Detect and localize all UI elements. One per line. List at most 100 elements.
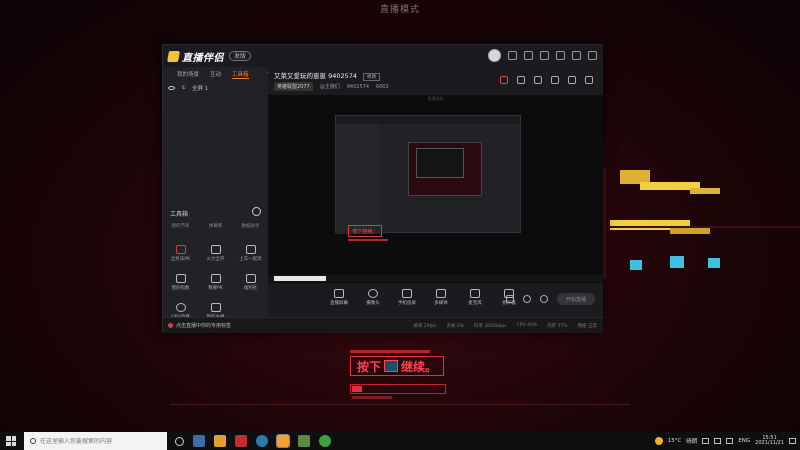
tool-top-1[interactable]: 弹幕库 bbox=[198, 223, 233, 229]
tool-item[interactable]: 全民乐PK bbox=[163, 245, 198, 267]
volume-icon[interactable] bbox=[714, 438, 722, 444]
control-mic[interactable]: 麦克风 bbox=[464, 289, 486, 306]
version-badge[interactable]: 发版 bbox=[229, 51, 252, 61]
control-label: 直播屏幕 bbox=[330, 301, 348, 306]
nested-preview-inner bbox=[416, 148, 464, 178]
nested-continue-prompt: 按下继续。 bbox=[348, 225, 382, 237]
control-camera[interactable]: 摄像头 bbox=[362, 289, 384, 306]
close-icon[interactable] bbox=[588, 51, 597, 60]
avatar[interactable] bbox=[488, 49, 501, 62]
scene-index: ① bbox=[181, 85, 186, 91]
settings-icon[interactable] bbox=[540, 295, 548, 303]
clock[interactable]: 15:51 2021/11/21 bbox=[755, 435, 784, 447]
nested-app-capture bbox=[335, 115, 521, 234]
tool-label: 全民乐PK bbox=[170, 257, 191, 262]
file-explorer-icon[interactable] bbox=[214, 435, 226, 447]
tab-scenes[interactable]: 我的场景 bbox=[177, 70, 199, 78]
eye-icon[interactable] bbox=[168, 86, 175, 90]
edge-app-icon[interactable] bbox=[193, 435, 205, 447]
minimize-icon[interactable] bbox=[556, 51, 565, 60]
room-title-text: 又菜又爱玩的崽崽 9402574 bbox=[274, 72, 358, 80]
weather-temp[interactable]: 15°C bbox=[668, 438, 682, 444]
app-logo: 直播伴侣 bbox=[167, 49, 224, 64]
tool-top-0[interactable]: 我的节目 bbox=[163, 223, 198, 229]
preview-taskbar bbox=[268, 275, 603, 282]
control-phone-cast[interactable]: 手机投屏 bbox=[396, 289, 418, 306]
left-tabs: 我的场景 互动 工具箱 + bbox=[163, 67, 274, 81]
record-video-icon[interactable] bbox=[506, 295, 514, 303]
left-panel: 我的场景 互动 工具箱 + ① 全屏 1 工具箱 我的节目 弹幕库 数据助手 全… bbox=[163, 67, 274, 320]
pause-icon[interactable] bbox=[523, 295, 531, 303]
settings-gear-icon[interactable] bbox=[252, 207, 261, 216]
mode-title: 直播模式 bbox=[379, 5, 420, 15]
tab-toolbox[interactable]: 工具箱 bbox=[232, 70, 249, 79]
tool-item[interactable]: 我的指数 bbox=[163, 274, 198, 296]
header-icons bbox=[500, 76, 593, 84]
phone-cast-icon bbox=[402, 289, 412, 298]
grid-icon[interactable] bbox=[551, 76, 559, 84]
tool-label: 福利社 bbox=[243, 286, 258, 291]
tool-top-2[interactable]: 数据助手 bbox=[233, 223, 268, 229]
taskbar-search[interactable] bbox=[24, 432, 167, 450]
search-input[interactable] bbox=[40, 437, 160, 445]
skin-icon[interactable] bbox=[524, 51, 533, 60]
windows-start-icon[interactable] bbox=[6, 436, 16, 446]
lock-icon[interactable] bbox=[517, 76, 525, 84]
chart-icon bbox=[175, 274, 186, 283]
clock-date: 2021/11/21 bbox=[755, 440, 784, 446]
tool-item[interactable]: 我要PK bbox=[198, 274, 233, 296]
room-owner: @主播们 bbox=[319, 84, 340, 90]
download-icon bbox=[210, 303, 221, 312]
title-bar: 直播伴侣 发版 bbox=[163, 45, 603, 67]
continue-prompt: 按下 继续。 bbox=[350, 356, 445, 376]
control-screen[interactable]: 直播屏幕 bbox=[328, 289, 350, 306]
room-category[interactable]: 英雄联盟2077 bbox=[274, 82, 313, 91]
browser-icon[interactable] bbox=[256, 435, 268, 447]
obs-icon bbox=[175, 303, 186, 312]
game-icon[interactable] bbox=[298, 435, 310, 447]
status-bar: 点击直播中你的专用标签 帧率 29fps 丢帧 0% 码率 3000kbps C… bbox=[163, 317, 603, 333]
control-media[interactable]: 多媒体 bbox=[430, 289, 452, 306]
camera-icon bbox=[368, 289, 378, 298]
bg-divider bbox=[170, 404, 630, 405]
tool-grid: 全民乐PK 火力全开 上车一起玩 我的指数 我要PK 福利社 OBS直播 我的主… bbox=[163, 245, 268, 325]
wechat-icon[interactable] bbox=[319, 435, 331, 447]
maximize-icon[interactable] bbox=[572, 51, 581, 60]
tool-item[interactable]: 上车一起玩 bbox=[233, 245, 268, 267]
task-view-icon[interactable] bbox=[175, 436, 184, 446]
tool-label: 火力全开 bbox=[206, 257, 225, 262]
menu-icon[interactable] bbox=[540, 51, 549, 60]
live-companion-icon[interactable] bbox=[276, 434, 290, 448]
bell-icon[interactable] bbox=[568, 76, 576, 84]
record-icon[interactable] bbox=[500, 76, 508, 84]
app-red-icon[interactable] bbox=[235, 435, 247, 447]
status-message[interactable]: 点击直播中你的专用标签 bbox=[168, 322, 231, 329]
network-icon[interactable] bbox=[702, 438, 710, 444]
notification-icon[interactable] bbox=[789, 438, 796, 444]
search-icon bbox=[30, 438, 36, 444]
tool-label: 上车一起玩 bbox=[239, 257, 262, 262]
window-controls bbox=[488, 49, 597, 62]
stream-stats: 帧率 29fps 丢帧 0% 码率 3000kbps CPU 40% 内存 57… bbox=[413, 323, 597, 329]
tools-top-row: 我的节目 弹幕库 数据助手 bbox=[163, 223, 268, 229]
share-icon[interactable] bbox=[585, 76, 593, 84]
bg-bar-top bbox=[350, 350, 430, 353]
layout-icon[interactable] bbox=[534, 76, 542, 84]
control-label: 麦克风 bbox=[468, 301, 482, 306]
tool-item[interactable]: 福利社 bbox=[233, 274, 268, 296]
tool-item[interactable]: 火力全开 bbox=[198, 245, 233, 267]
start-live-button[interactable]: 开始直播 bbox=[557, 293, 595, 305]
room-meta: 英雄联盟2077 @主播们 9402574 6002 bbox=[274, 82, 389, 91]
scene-item[interactable]: ① 全屏 1 bbox=[163, 81, 268, 95]
tab-interact[interactable]: 互动 bbox=[210, 70, 221, 78]
alert-dot-icon bbox=[168, 323, 173, 328]
input-language[interactable]: ENG bbox=[738, 438, 750, 444]
edit-title-button[interactable]: 修改 bbox=[363, 73, 381, 81]
live-preview[interactable]: 直播画面 按下继续。 bbox=[268, 95, 603, 283]
room-id: 9402574 bbox=[346, 83, 370, 90]
message-icon[interactable] bbox=[508, 51, 517, 60]
house-icon bbox=[210, 274, 221, 283]
battery-icon[interactable] bbox=[726, 438, 734, 444]
weather-desc[interactable]: 晴朗 bbox=[686, 437, 697, 445]
nested-left-panel bbox=[336, 124, 381, 234]
